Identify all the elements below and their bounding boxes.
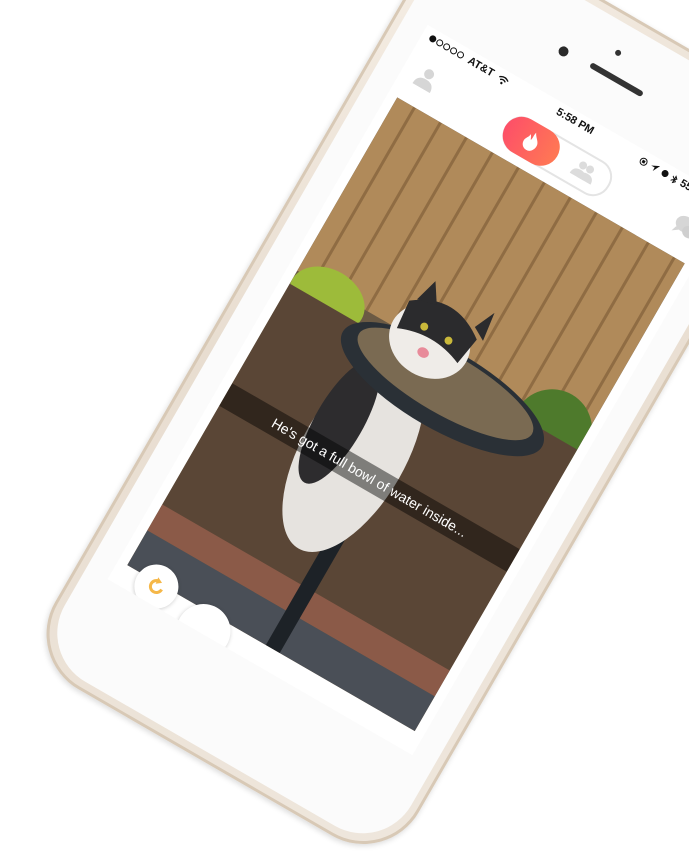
front-camera [556, 44, 571, 59]
phone-face: AT&T 5:58 PM 55% He's got a full bowl of… [36, 0, 689, 854]
proximity-sensor [614, 48, 623, 57]
chat-icon[interactable] [669, 210, 689, 244]
alarm-icon [661, 170, 669, 178]
bluetooth-icon [670, 174, 678, 183]
location-icon [651, 165, 661, 171]
group-icon[interactable] [569, 157, 601, 186]
flame-icon [522, 132, 538, 151]
phone-mockup: AT&T 5:58 PM 55% He's got a full bowl of… [0, 0, 689, 867]
profile-icon[interactable] [411, 61, 444, 94]
app-screen: AT&T 5:58 PM 55% He's got a full bowl of… [107, 24, 689, 756]
earpiece-speaker [589, 62, 644, 98]
rewind-icon [148, 577, 163, 595]
phone-body: AT&T 5:58 PM 55% He's got a full bowl of… [23, 0, 689, 867]
